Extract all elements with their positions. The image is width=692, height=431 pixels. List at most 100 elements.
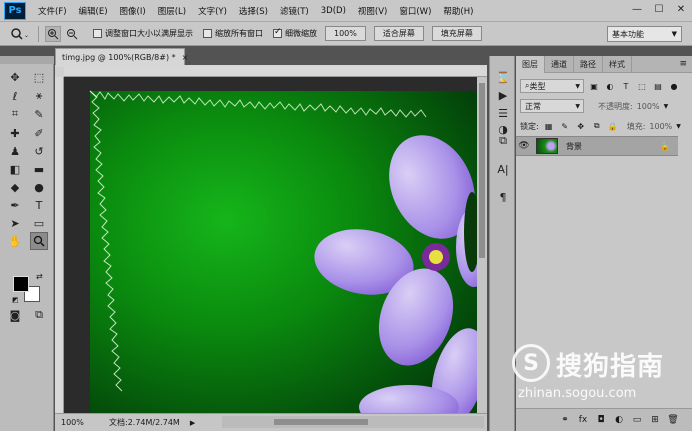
healing-brush-tool-icon[interactable]: ✚ [6,124,24,142]
tab-channels[interactable]: 通道 [545,56,574,73]
filter-shape-icon[interactable]: ⬚ [636,80,648,92]
status-menu-arrow[interactable]: ▶ [190,419,195,427]
lasso-tool-icon[interactable]: ℓ [6,87,24,105]
status-zoom[interactable]: 100% [55,418,87,427]
lock-transparent-icon[interactable]: ▦ [543,120,555,132]
tab-styles[interactable]: 样式 [603,56,632,73]
menu-image[interactable]: 图像(I) [120,5,146,17]
clone-source-panel-icon[interactable]: ⧉ [494,132,512,150]
menu-filter[interactable]: 滤镜(T) [280,5,309,17]
fill-screen-button[interactable]: 填充屏幕 [431,26,482,41]
brush-tool-icon[interactable]: ✐ [30,124,48,142]
history-panel-icon[interactable]: ⌛ [494,68,512,86]
vertical-scrollbar[interactable] [477,77,487,413]
adjustment-icon[interactable]: ◐ [610,415,628,425]
close-button[interactable]: ✕ [670,0,692,18]
magic-wand-tool-icon[interactable]: ⚹ [30,87,48,105]
vertical-scroll-thumb[interactable] [479,83,485,258]
new-layer-icon[interactable]: ⊞ [646,415,664,425]
fill-value[interactable]: 100% [649,122,672,131]
filter-smart-object-icon[interactable]: ▤ [652,80,664,92]
opacity-label: 不透明度: [598,101,633,111]
default-colors-icon[interactable]: ◩ [12,296,19,304]
shape-tool-icon[interactable]: ▭ [30,214,48,232]
zoom-tool-icon[interactable] [30,232,48,250]
lock-image-icon[interactable]: ✎ [559,120,571,132]
scrubby-zoom-checkbox[interactable] [273,27,282,38]
menu-view[interactable]: 视图(V) [358,5,387,17]
pen-tool-icon[interactable]: ✒ [6,196,24,214]
type-tool-icon[interactable]: T [30,196,48,214]
marquee-tool-icon[interactable]: ⬚ [30,68,48,86]
filter-pixel-icon[interactable]: ▣ [588,80,600,92]
menu-help[interactable]: 帮助(H) [443,5,473,17]
dodge-tool-icon[interactable]: ● [30,178,48,196]
lock-all-icon[interactable]: 🔒 [607,120,619,132]
chevron-down-icon[interactable]: ▼ [676,123,681,130]
lock-artboard-icon[interactable]: ⧉ [591,120,603,132]
group-icon[interactable]: ▭ [628,415,646,425]
menu-edit[interactable]: 编辑(E) [79,5,108,17]
layer-row-background[interactable]: 👁 背景 🔒 [516,136,678,156]
move-tool-icon[interactable]: ✥ [6,68,24,86]
eyedropper-tool-icon[interactable]: ✎ [30,105,48,123]
menu-file[interactable]: 文件(F) [38,5,67,17]
menu-type[interactable]: 文字(Y) [198,5,227,17]
tab-layers[interactable]: 图层 [516,56,545,73]
character-panel-icon[interactable]: A| [494,160,512,178]
crop-tool-icon[interactable]: ⌗ [6,105,24,123]
history-brush-tool-icon[interactable]: ↺ [30,142,48,160]
fx-icon[interactable]: fx [574,415,592,425]
menu-layer[interactable]: 图层(L) [158,5,186,17]
workspace-select[interactable]: 基本功能 ▼ [607,26,682,42]
menu-select[interactable]: 选择(S) [239,5,268,17]
zoom-all-windows-checkbox[interactable] [203,29,212,38]
document-canvas[interactable] [64,77,477,413]
zoom-100-button[interactable]: 100% [325,26,366,41]
filter-adjustment-icon[interactable]: ◐ [604,80,616,92]
tool-preset-picker[interactable]: ⌄ [8,25,32,43]
horizontal-scroll-thumb[interactable] [274,419,368,425]
path-selection-tool-icon[interactable]: ➤ [6,214,24,232]
lock-position-icon[interactable]: ✥ [575,120,587,132]
maximize-button[interactable]: ☐ [648,0,670,18]
hand-tool-icon[interactable]: ✋ [6,232,24,250]
eraser-tool-icon[interactable]: ◧ [6,160,24,178]
foreground-color-swatch[interactable] [13,276,29,292]
zoom-out-button[interactable] [64,26,80,42]
filter-type-icon[interactable]: T [620,80,632,92]
layers-panel-tabs: 图层 通道 路径 样式 ≡ [516,56,692,73]
swap-colors-icon[interactable]: ⇄ [36,272,43,281]
vertical-ruler[interactable] [55,77,64,413]
eye-icon[interactable]: 👁 [516,141,532,151]
chevron-down-icon[interactable]: ▼ [664,103,669,110]
resize-windows-checkbox[interactable] [93,29,102,38]
mask-icon[interactable]: ◘ [592,415,610,425]
panel-grip[interactable] [0,56,54,64]
gradient-tool-icon[interactable]: ▬ [30,160,48,178]
paragraph-panel-icon[interactable]: ¶ [494,188,512,206]
minimize-button[interactable]: — [626,0,648,18]
blur-tool-icon[interactable]: ◆ [6,178,24,196]
tab-paths[interactable]: 路径 [574,56,603,73]
horizontal-ruler[interactable] [64,67,487,77]
filter-toggle-icon[interactable]: ● [668,80,680,92]
panel-menu-icon[interactable]: ≡ [679,59,687,69]
menu-window[interactable]: 窗口(W) [399,5,431,17]
document-tab[interactable]: timg.jpg @ 100%(RGB/8#) * × [55,48,188,65]
play-action-icon[interactable]: ▶ [494,86,512,104]
link-icon[interactable]: ⚭ [556,415,574,425]
quick-mask-icon[interactable]: ◙ [6,306,24,324]
fit-screen-button[interactable]: 适合屏幕 [373,26,424,41]
horizontal-scrollbar[interactable] [222,416,484,428]
screen-mode-icon[interactable]: ⧉ [30,306,48,324]
zoom-in-button[interactable] [45,25,61,42]
opacity-value[interactable]: 100% [637,102,660,111]
close-tab-icon[interactable]: × [182,53,189,62]
menu-3d[interactable]: 3D(D) [321,6,346,16]
blend-mode-select[interactable]: 正常 ▼ [520,99,584,113]
ruler-origin[interactable] [55,67,64,77]
layer-filter-kind[interactable]: ⌕ 类型 ▼ [520,79,584,93]
trash-icon[interactable]: 🗑 [664,415,682,425]
clone-stamp-tool-icon[interactable]: ♟ [6,142,24,160]
